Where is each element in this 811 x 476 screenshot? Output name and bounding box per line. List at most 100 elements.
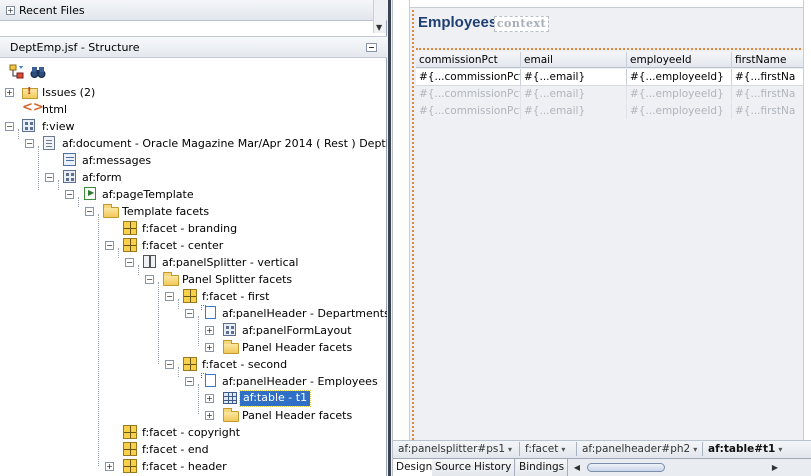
recent-files-title: Recent Files [19,4,85,17]
tree-node-issues[interactable]: + Issues (2) [0,84,387,101]
collapse-icon[interactable]: − [105,241,114,250]
scrollbar-thumb[interactable] [587,463,665,472]
scroll-left-arrow-icon[interactable]: ◀ [571,461,583,474]
tree-node-panel-splitter-facets[interactable]: − Panel Splitter facets [0,271,387,288]
facet-icon [183,289,197,303]
facet-icon [123,425,137,439]
tab-source[interactable]: Source [432,459,476,476]
dropdown-arrow-icon[interactable]: ▾ [561,445,565,454]
tree-node-facet-end[interactable]: f:facet - end [0,441,387,458]
tree-node-af-document[interactable]: − af:document - Oracle Magazine Mar/Apr … [0,135,410,152]
tree-node-af-table-selected[interactable]: + af:table - t1 [0,390,387,407]
breadcrumb-item[interactable]: af:panelsplitter#ps1 ▾ [398,443,512,455]
expand-icon[interactable]: + [105,462,114,471]
column-header[interactable]: email [521,52,627,68]
scrollbar-track[interactable] [583,463,769,472]
collapse-icon[interactable]: − [65,190,74,199]
tree-node-facet-branding[interactable]: f:facet - branding [0,220,387,237]
expand-plus-icon[interactable]: + [6,6,15,15]
find-binoculars-icon[interactable] [30,64,46,80]
expand-icon[interactable]: + [205,411,214,420]
breadcrumb-item[interactable]: f:facet ▾ [525,443,565,455]
context-facet-placeholder[interactable]: context [494,16,549,32]
dropdown-arrow-icon[interactable]: ▾ [693,445,697,454]
tree-node-label: Template facets [122,205,210,218]
tree-node-af-panelformlayout[interactable]: + af:panelFormLayout [0,322,387,339]
expand-icon[interactable]: + [5,88,14,97]
expand-icon[interactable]: + [205,394,214,403]
design-canvas[interactable]: Employees context commissionPct email em… [409,0,808,440]
table-cell: #{...employeeId} [627,103,732,119]
tree-node-label: af:panelFormLayout [242,324,352,337]
tab-history[interactable]: History [471,459,516,476]
collapse-icon[interactable]: − [85,207,94,216]
table-row[interactable]: #{...commissionPct} #{...email} #{...emp… [416,103,808,120]
breadcrumb-label: af:panelheader#ph2 [582,443,691,455]
table-cell: #{...firstNa [735,88,796,100]
structure-view-icon[interactable] [9,64,25,80]
breadcrumb-item[interactable]: af:panelheader#ph2 ▾ [582,443,697,455]
table-row[interactable]: #{...commissionPct} #{...email} #{...emp… [416,86,808,103]
tree-node-label: af:panelSplitter - vertical [162,256,299,269]
scroll-down-arrow-icon[interactable]: ▼ [376,23,382,32]
tree-node-facet-second[interactable]: − f:facet - second [0,356,387,373]
af-table-preview[interactable]: commissionPct email employeeId firstName… [416,48,808,450]
tree-node-f-view[interactable]: − f:view [0,118,387,135]
table-cell: #{...email} [521,69,627,85]
minimize-icon[interactable] [366,43,377,52]
dropdown-arrow-icon[interactable]: ▾ [778,445,782,454]
tab-bindings[interactable]: Bindings [516,459,569,476]
collapse-icon[interactable]: − [185,377,194,386]
column-header[interactable]: employeeId [627,52,732,68]
collapse-icon[interactable]: − [5,122,14,131]
column-header[interactable]: commissionPct [416,52,521,68]
table-row[interactable]: #{...commissionPct} #{...email} #{...emp… [416,69,808,86]
collapse-icon[interactable]: − [25,139,34,148]
collapse-icon[interactable]: − [165,292,174,301]
tree-node-af-pagetemplate[interactable]: − af:pageTemplate [0,186,387,203]
scroll-right-arrow-icon[interactable]: ▶ [769,461,781,474]
column-header[interactable]: firstName [732,52,808,68]
expand-icon[interactable]: + [205,343,214,352]
panel-header-employees-preview[interactable]: Employees context commissionPct email em… [412,10,808,440]
structure-tree[interactable]: + Issues (2) <> html − f:view − af:docum… [0,84,410,476]
breadcrumb-label: f:facet [525,443,559,455]
dropdown-arrow-icon[interactable]: ▾ [508,445,512,454]
tree-node-panelheader-employees[interactable]: − af:panelHeader - Employees [0,373,387,390]
table-cell: #{...firstNa [735,71,796,83]
tree-node-facet-copyright[interactable]: f:facet - copyright [0,424,387,441]
folder-icon [103,204,119,218]
tree-node-label: f:facet - branding [142,222,238,235]
table-cell: #{...commissionPct} [416,103,521,119]
collapse-icon[interactable]: − [165,360,174,369]
tree-node-panel-header-facets[interactable]: + Panel Header facets [0,339,387,356]
recent-files-scrollbar[interactable]: ▼ [373,0,386,33]
tree-node-html[interactable]: <> html [0,100,387,118]
tree-node-facet-center[interactable]: − f:facet - center [0,237,387,254]
collapse-icon[interactable]: − [125,258,134,267]
tab-design[interactable]: Design [393,459,437,476]
tree-node-template-facets[interactable]: − Template facets [0,203,387,220]
horizontal-scrollbar[interactable]: ◀ ▶ [571,461,781,474]
collapse-icon[interactable]: − [145,275,154,284]
breadcrumb-label: af:table#t1 [708,443,776,455]
tree-node-facet-header[interactable]: + f:facet - header [0,458,387,475]
tree-node-label: f:facet - header [142,460,227,473]
collapse-icon[interactable]: − [185,309,194,318]
recent-files-body [0,22,373,36]
tree-node-label: f:facet - first [202,290,270,303]
tree-node-label: af:table - t1 [238,390,312,407]
collapse-icon[interactable]: − [45,173,54,182]
breadcrumb-item-current[interactable]: af:table#t1 ▾ [708,443,782,455]
tree-node-af-messages[interactable]: af:messages [0,152,387,169]
tree-node-panel-header-facets[interactable]: + Panel Header facets [0,407,387,424]
table-cell: #{...firstNa [735,105,796,117]
breadcrumb-label: af:panelsplitter#ps1 [398,443,506,455]
tree-node-facet-first[interactable]: − f:facet - first [0,288,387,305]
tree-node-af-panelsplitter[interactable]: − af:panelSplitter - vertical [0,254,387,271]
facet-icon [123,459,137,473]
tree-node-af-form[interactable]: − af:form [0,169,387,186]
expand-icon[interactable]: + [205,326,214,335]
recent-files-panel-header[interactable]: + Recent Files [0,0,387,21]
tree-node-panelheader-departments[interactable]: − af:panelHeader - Departments [0,305,390,322]
